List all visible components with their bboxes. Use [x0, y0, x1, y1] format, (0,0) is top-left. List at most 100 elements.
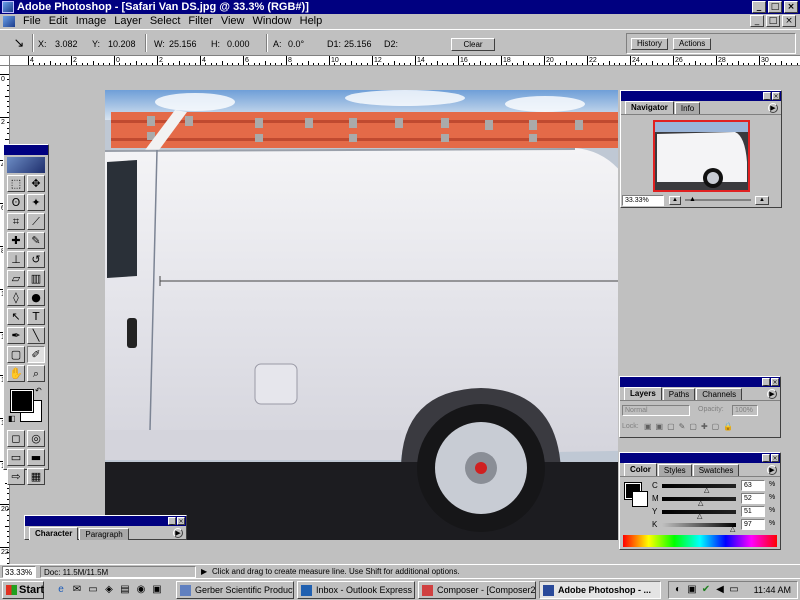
crop-tool-icon[interactable]: ⌗: [7, 213, 25, 230]
document-canvas[interactable]: [105, 90, 618, 540]
taskbar-outlook[interactable]: Inbox - Outlook Express: [297, 581, 415, 599]
yellow-field[interactable]: 51: [741, 506, 765, 517]
ie-quicklaunch-icon[interactable]: e: [54, 583, 68, 597]
move-tool-icon[interactable]: ✥: [27, 175, 45, 192]
color-tab[interactable]: Color: [624, 463, 657, 476]
color-bg-swatch[interactable]: [632, 491, 648, 507]
color-ramp[interactable]: [623, 535, 777, 547]
navigator-minimize-button[interactable]: _: [763, 92, 771, 100]
layers-menu-icon[interactable]: ▶: [767, 389, 777, 399]
quick-mask-mode-icon[interactable]: ◎: [27, 430, 45, 447]
type-tool-icon[interactable]: T: [27, 308, 45, 325]
character-close-button[interactable]: ×: [177, 517, 185, 525]
slider-thumb-icon[interactable]: ▲: [689, 196, 696, 203]
yellow-slider-thumb-icon[interactable]: △: [697, 512, 702, 520]
document-size-info[interactable]: Doc: 11.5M/11.5M: [40, 566, 196, 578]
line-tool-icon[interactable]: ╲: [27, 327, 45, 344]
default-colors-icon[interactable]: ◧: [8, 414, 16, 423]
tray-check-icon[interactable]: ✔: [699, 583, 713, 597]
pen-tool-icon[interactable]: ✒: [7, 327, 25, 344]
tray-volume-icon[interactable]: ◀: [713, 583, 727, 597]
measure-tool-icon[interactable]: ↘: [10, 35, 28, 51]
van-photo[interactable]: [105, 90, 618, 540]
layers-tab[interactable]: Layers: [624, 387, 662, 400]
clear-button[interactable]: Clear: [451, 38, 495, 51]
measure-tool-active-icon[interactable]: ✐: [27, 346, 45, 363]
desktop-quicklaunch-icon[interactable]: ▭: [86, 583, 100, 597]
outlook-quicklaunch-icon[interactable]: ✉: [70, 583, 84, 597]
navigator-titlebar[interactable]: _ ×: [621, 91, 781, 101]
color-minimize-button[interactable]: _: [762, 454, 770, 462]
zoom-out-icon[interactable]: ▲: [669, 196, 681, 205]
tray-app-icon[interactable]: ▣: [685, 583, 699, 597]
lock-options-icons[interactable]: ▣▣▢✎▢✚▢🔒: [644, 422, 737, 431]
notes-tool-icon[interactable]: ▢: [7, 346, 25, 363]
taskbar-photoshop[interactable]: Adobe Photoshop - ...: [539, 581, 661, 599]
menu-layer[interactable]: Layer: [110, 14, 146, 29]
color-menu-icon[interactable]: ▶: [767, 465, 777, 475]
document-icon[interactable]: [3, 16, 15, 27]
dodge-tool-icon[interactable]: ●: [27, 289, 45, 306]
close-button[interactable]: ×: [784, 1, 798, 13]
stamp-tool-icon[interactable]: ⊥: [7, 251, 25, 268]
layers-minimize-button[interactable]: _: [762, 378, 770, 386]
gradient-tool-icon[interactable]: ▥: [27, 270, 45, 287]
cyan-slider-track[interactable]: [662, 484, 736, 488]
eraser-tool-icon[interactable]: ▱: [7, 270, 25, 287]
photoshop-app-icon[interactable]: [2, 1, 14, 13]
cyan-field[interactable]: 63: [741, 480, 765, 491]
zoom-tool-icon[interactable]: ⌕: [27, 365, 45, 382]
info-tab[interactable]: Info: [674, 102, 701, 114]
screen-mode-menubar-icon[interactable]: ▦: [27, 468, 45, 485]
opacity-field[interactable]: 100%: [732, 405, 758, 416]
marquee-tool-icon[interactable]: ⬚: [7, 175, 25, 192]
standard-mode-icon[interactable]: ◻: [7, 430, 25, 447]
character-tab[interactable]: Character: [29, 527, 79, 540]
menu-image[interactable]: Image: [72, 14, 111, 29]
character-titlebar[interactable]: _ ×: [25, 516, 186, 526]
black-field[interactable]: 97: [741, 519, 765, 530]
color-titlebar[interactable]: _ ×: [620, 453, 780, 463]
paragraph-tab[interactable]: Paragraph: [79, 528, 129, 540]
tray-network-icon[interactable]: ◐: [671, 583, 685, 597]
app-quicklaunch-icon[interactable]: ◉: [134, 583, 148, 597]
ruler-origin[interactable]: [0, 56, 10, 66]
black-slider-track[interactable]: [662, 523, 736, 527]
horizontal-ruler[interactable]: 4202468101214161820222426283032: [10, 56, 800, 66]
status-zoom-field[interactable]: 33.33%: [2, 566, 36, 578]
history-brush-tool-icon[interactable]: ↺: [27, 251, 45, 268]
adobe-logo[interactable]: [7, 157, 45, 173]
paths-tab[interactable]: Paths: [662, 388, 696, 400]
tools-titlebar[interactable]: [4, 145, 48, 155]
menu-help[interactable]: Help: [296, 14, 327, 29]
history-tab[interactable]: History: [631, 38, 668, 50]
path-select-tool-icon[interactable]: ↖: [7, 308, 25, 325]
swatches-tab[interactable]: Swatches: [692, 464, 740, 476]
menu-file[interactable]: File: [19, 14, 45, 29]
magenta-field[interactable]: 52: [741, 493, 765, 504]
photo-quicklaunch-icon[interactable]: ▣: [150, 583, 164, 597]
start-button[interactable]: Start: [2, 581, 44, 599]
menu-edit[interactable]: Edit: [45, 14, 72, 29]
taskbar-gerber[interactable]: Gerber Scientific Product...: [176, 581, 294, 599]
magic-wand-tool-icon[interactable]: ✦: [27, 194, 45, 211]
cyan-slider-thumb-icon[interactable]: △: [704, 486, 709, 494]
blur-tool-icon[interactable]: ◊: [7, 289, 25, 306]
actions-tab[interactable]: Actions: [673, 38, 712, 50]
tray-monitor-icon[interactable]: ▭: [727, 583, 741, 597]
character-minimize-button[interactable]: _: [168, 517, 176, 525]
styles-tab[interactable]: Styles: [657, 464, 692, 476]
color-close-button[interactable]: ×: [771, 454, 779, 462]
folder-quicklaunch-icon[interactable]: ▤: [118, 583, 132, 597]
layers-titlebar[interactable]: _ ×: [620, 377, 780, 387]
menu-filter[interactable]: Filter: [184, 14, 216, 29]
navigator-zoom-field[interactable]: 33.33%: [622, 195, 664, 206]
taskbar-composer[interactable]: Composer - [Composer2 *]: [418, 581, 536, 599]
character-menu-icon[interactable]: ▶: [173, 528, 183, 538]
slice-tool-icon[interactable]: ⟋: [27, 213, 45, 230]
doc-close-button[interactable]: ×: [782, 15, 796, 27]
hand-tool-icon[interactable]: ✋: [7, 365, 25, 382]
status-menu-arrow-icon[interactable]: ▶: [201, 567, 207, 576]
navigator-preview[interactable]: [653, 120, 750, 192]
navigator-tab[interactable]: Navigator: [625, 101, 674, 114]
